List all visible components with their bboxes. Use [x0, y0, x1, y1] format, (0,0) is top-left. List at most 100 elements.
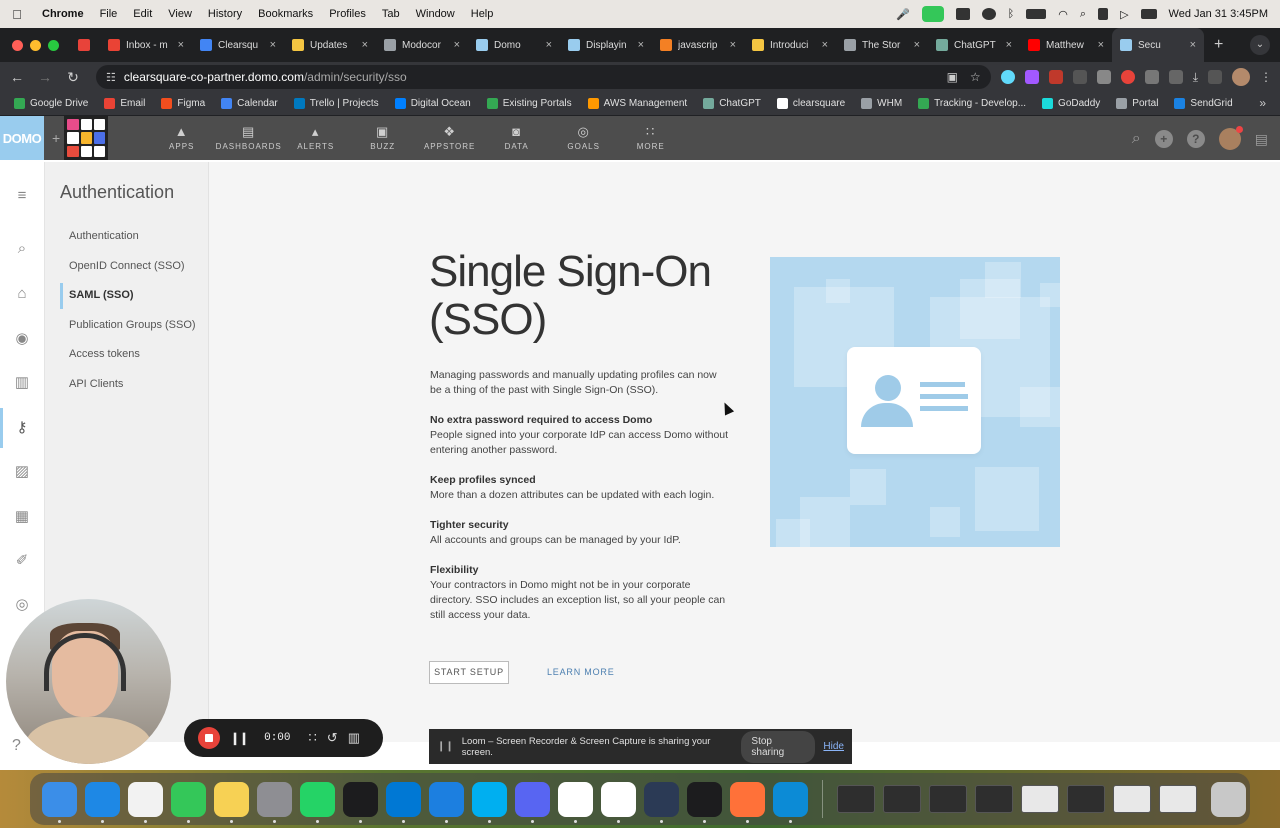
- learn-more-link[interactable]: LEARN MORE: [547, 661, 615, 684]
- globe-icon[interactable]: ◎: [14, 597, 30, 613]
- drawing-tools-icon[interactable]: ∷: [309, 730, 317, 746]
- bookmark-item[interactable]: Digital Ocean: [389, 98, 477, 109]
- checkbox-icon[interactable]: [955, 8, 970, 20]
- restart-icon[interactable]: ↺: [327, 730, 338, 746]
- apple-icon[interactable]: : [0, 7, 34, 22]
- reload-icon[interactable]: ↻: [64, 69, 82, 86]
- hamburger-menu-icon[interactable]: ≡: [14, 188, 30, 204]
- close-tab-icon[interactable]: ×: [822, 39, 828, 51]
- close-window-icon[interactable]: [12, 39, 23, 51]
- plus-icon[interactable]: +: [44, 130, 64, 146]
- browser-tab[interactable]: [70, 28, 100, 62]
- close-tab-icon[interactable]: ×: [270, 39, 276, 51]
- building-icon[interactable]: ▦: [14, 509, 30, 525]
- pause-icon[interactable]: ❙❙: [230, 731, 249, 745]
- subnav-item[interactable]: Access tokens: [45, 340, 208, 370]
- user-avatar[interactable]: [1218, 126, 1243, 150]
- facetime-icon[interactable]: [921, 6, 944, 22]
- bookmark-item[interactable]: Calendar: [215, 98, 284, 109]
- loom-webcam-bubble[interactable]: [6, 599, 171, 764]
- bookmark-item[interactable]: SendGrid: [1168, 98, 1238, 109]
- menu-view[interactable]: View: [160, 8, 200, 20]
- dock-cloud-app-icon[interactable]: [644, 781, 679, 823]
- control-center-icon[interactable]: [1140, 9, 1157, 19]
- add-icon[interactable]: +: [1154, 130, 1173, 148]
- side-panel-icon[interactable]: [1208, 70, 1222, 84]
- dock-minimized-window[interactable]: [1159, 785, 1197, 813]
- back-icon[interactable]: ←: [8, 69, 26, 85]
- site-info-icon[interactable]: ☷: [106, 71, 116, 84]
- address-bar[interactable]: ☷ clearsquare-co-partner.domo.com/admin/…: [96, 65, 991, 89]
- dock-slack-icon[interactable]: [558, 781, 593, 823]
- subnav-item[interactable]: Publication Groups (SSO): [45, 311, 208, 341]
- tab-search-icon[interactable]: ⌄: [1250, 35, 1270, 55]
- react-devtools-icon[interactable]: [1000, 70, 1015, 84]
- bookmark-item[interactable]: WHM: [855, 98, 908, 109]
- subnav-item[interactable]: SAML (SSO): [45, 281, 208, 311]
- profile-avatar[interactable]: [1232, 68, 1250, 86]
- key-icon[interactable]: ⚷: [14, 420, 30, 436]
- app-grid-logo[interactable]: [64, 116, 109, 160]
- bookmark-item[interactable]: Trello | Projects: [288, 98, 385, 109]
- dock-whatsapp-icon[interactable]: [300, 781, 335, 823]
- dock-vscode-icon[interactable]: [386, 781, 421, 823]
- bookmark-item[interactable]: ChatGPT: [697, 98, 767, 109]
- search-icon[interactable]: ⌕: [1132, 130, 1141, 148]
- close-tab-icon[interactable]: ×: [546, 39, 552, 51]
- start-setup-button[interactable]: START SETUP: [429, 661, 509, 684]
- user-icon[interactable]: [1098, 8, 1109, 20]
- download-icon[interactable]: ⤓: [1193, 70, 1198, 85]
- media-control-icon[interactable]: [1168, 70, 1183, 84]
- nav-buzz[interactable]: ▣ BUZZ: [349, 125, 416, 152]
- browser-tab[interactable]: Inbox - m ×: [100, 28, 192, 62]
- browser-tab[interactable]: The Stor ×: [836, 28, 928, 62]
- bookmark-item[interactable]: GoDaddy: [1036, 98, 1106, 109]
- hide-banner-link[interactable]: Hide: [823, 741, 844, 752]
- dock-minimized-window[interactable]: [837, 785, 875, 813]
- dock-minimized-window[interactable]: [1021, 785, 1059, 813]
- menu-edit[interactable]: Edit: [125, 8, 160, 20]
- menu-window[interactable]: Window: [408, 8, 463, 20]
- dock-minimized-window[interactable]: [1067, 785, 1105, 813]
- dock-chrome-icon[interactable]: [128, 781, 163, 823]
- dock-activity-monitor-icon[interactable]: [687, 781, 722, 823]
- maximize-window-icon[interactable]: [48, 39, 59, 51]
- bluetooth-icon[interactable]: ᛒ: [1008, 8, 1015, 20]
- menu-file[interactable]: File: [92, 8, 126, 20]
- browser-tab[interactable]: Displayin ×: [560, 28, 652, 62]
- close-tab-icon[interactable]: ×: [638, 39, 644, 51]
- camera-icon[interactable]: ▣: [947, 70, 958, 84]
- close-tab-icon[interactable]: ×: [178, 39, 184, 51]
- stop-recording-button[interactable]: [198, 727, 220, 749]
- battery-icon[interactable]: [1026, 9, 1047, 19]
- close-tab-icon[interactable]: ×: [1190, 39, 1196, 51]
- loom-icon[interactable]: [1120, 70, 1135, 84]
- close-tab-icon[interactable]: ×: [454, 39, 460, 51]
- nav-appstore[interactable]: ❖ APPSTORE: [416, 125, 483, 152]
- bookmark-item[interactable]: clearsquare: [771, 98, 851, 109]
- bookmark-item[interactable]: Tracking - Develop...: [912, 98, 1032, 109]
- nav-apps[interactable]: ▲ APPS: [148, 125, 215, 152]
- menu-history[interactable]: History: [200, 8, 250, 20]
- bookmark-item[interactable]: AWS Management: [582, 98, 694, 109]
- play-icon[interactable]: ▷: [1120, 8, 1128, 21]
- browser-tab[interactable]: Updates ×: [284, 28, 376, 62]
- lock-icon[interactable]: ▨: [14, 464, 30, 480]
- dock-notes-icon[interactable]: [214, 781, 249, 823]
- bookmark-item[interactable]: Existing Portals: [481, 98, 578, 109]
- microphone-icon[interactable]: 🎤: [896, 8, 910, 21]
- minimize-window-icon[interactable]: [30, 39, 41, 51]
- puzzle-icon[interactable]: [1144, 70, 1159, 84]
- bookmark-item[interactable]: Figma: [155, 98, 211, 109]
- extension-icon[interactable]: [1048, 70, 1063, 84]
- dock-mongodb-icon[interactable]: [601, 781, 636, 823]
- browser-tab[interactable]: Matthew ×: [1020, 28, 1112, 62]
- dock-system-settings-icon[interactable]: [257, 781, 292, 823]
- paint-roller-icon[interactable]: ✐: [14, 553, 30, 569]
- dock-edge-icon[interactable]: [773, 781, 808, 823]
- domo-logo[interactable]: DOMO: [0, 116, 44, 160]
- camera-extension-icon[interactable]: [1096, 70, 1111, 84]
- menu-bookmarks[interactable]: Bookmarks: [250, 8, 321, 20]
- bookmark-star-icon[interactable]: ☆: [970, 70, 981, 84]
- nav-dashboards[interactable]: ▤ DASHBOARDS: [215, 125, 282, 152]
